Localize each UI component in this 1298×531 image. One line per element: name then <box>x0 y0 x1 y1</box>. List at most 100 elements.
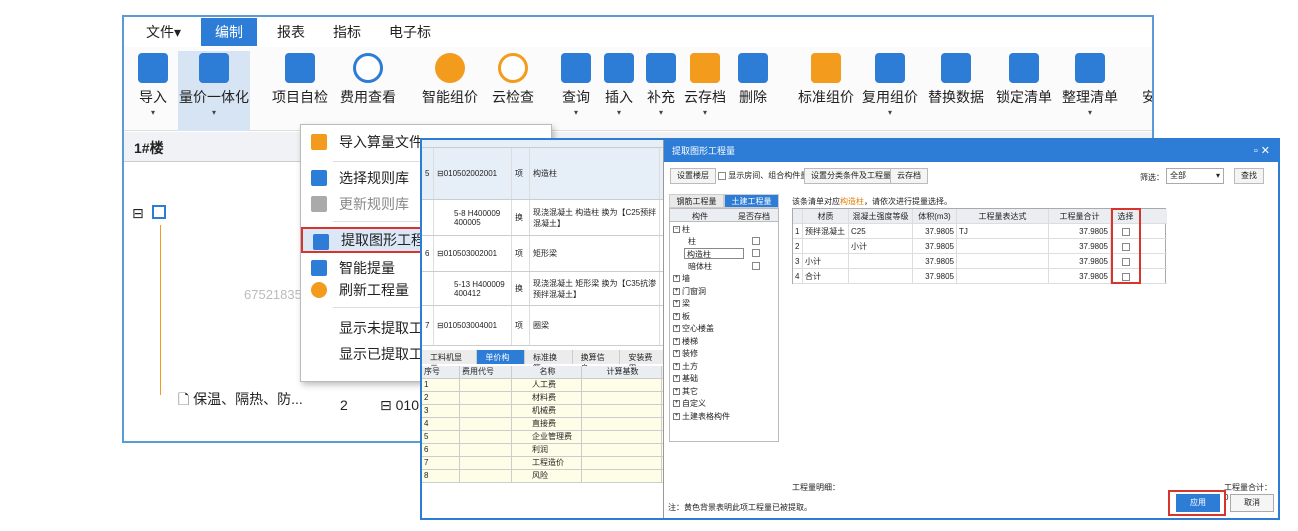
tree-root-toggle[interactable]: ⊟ <box>132 205 144 222</box>
update-rule-icon <box>311 196 327 212</box>
grid-row[interactable]: 7 工程造价 <box>422 457 668 470</box>
menu-bar: 文件▾ 编制 报表 指标 电子标 <box>124 17 1152 47</box>
tree-node[interactable]: + 其它 <box>670 386 778 397</box>
tree-node[interactable]: + 梁 <box>670 298 778 309</box>
tree-node[interactable]: + 土方 <box>670 361 778 372</box>
quantity-price-icon <box>199 53 229 83</box>
table-row[interactable]: 5-13 H400009 400412 换 现浇混凝土 矩形梁 换为【C35抗渗… <box>422 272 668 306</box>
grid-row[interactable]: 4 直接费 <box>422 418 668 431</box>
bottom-tabs: 工料机显示 单价构成 标准换算 换算信息 安装费用 <box>422 350 669 373</box>
tree-node[interactable]: + 门窗洞 <box>670 286 778 297</box>
smart-pricing-button[interactable]: 智能组价 <box>422 51 478 107</box>
table-row[interactable]: 7 ⊟ 010503004001 项 圈梁 <box>422 306 668 346</box>
apply-button[interactable]: 应用 <box>1176 494 1220 512</box>
insert-button[interactable]: 插入 ▾ <box>604 51 634 119</box>
standard-pricing-icon <box>811 53 841 83</box>
dialog-tabs: 钢筋工程量 土建工程量 <box>669 194 779 208</box>
fee-view-icon <box>353 53 383 83</box>
tree-leaf[interactable]: 🗋 保温、隔热、防... <box>178 389 303 413</box>
ribbon-toolbar: 导入 ▾ 量价一体化 ▾ 项目自检 费用查看 智能组价 云检查 查询 ▾ 插入 ▾ 补充… <box>124 47 1152 131</box>
tree-node[interactable]: 暗体柱 <box>670 261 778 272</box>
lock-list-icon <box>1009 53 1039 83</box>
delete-button[interactable]: 删除 <box>738 51 768 107</box>
search-button[interactable]: 查找 <box>1234 168 1264 184</box>
tab-standard-conv[interactable]: 标准换算 <box>525 350 573 373</box>
grid-header: 序号 费用代号 名称 计算基数 <box>422 366 668 379</box>
tab-civil[interactable]: 土建工程量 <box>724 194 779 208</box>
tree-node-selected[interactable]: 构造柱 <box>684 248 744 259</box>
dialog-title-bar: 提取图形工程量 ▫ ✕ <box>664 140 1278 162</box>
grid-row[interactable]: 3 机械费 <box>422 405 668 418</box>
quantity-price-button[interactable]: 量价一体化 ▾ <box>178 51 250 131</box>
tab-material[interactable]: 工料机显示 <box>422 350 478 373</box>
tree-node[interactable]: + 板 <box>670 311 778 322</box>
filter-select[interactable]: 全部 ▾ <box>1166 168 1224 184</box>
set-condition-button[interactable]: 设置分类条件及工程量 <box>804 168 898 184</box>
cancel-button[interactable]: 取消 <box>1230 494 1274 512</box>
set-floor-button[interactable]: 设置楼层 <box>670 168 716 184</box>
tree-node[interactable]: 柱 <box>670 236 778 247</box>
tab-rebar[interactable]: 钢筋工程量 <box>669 194 724 208</box>
tab-conv-info[interactable]: 换算信息 <box>573 350 621 373</box>
project-check-icon <box>285 53 315 83</box>
filter-label: 筛选： <box>1140 173 1164 182</box>
grid-row[interactable]: 1 人工费 <box>422 379 668 392</box>
close-icon[interactable]: ▫ ✕ <box>1254 140 1270 162</box>
tree-node[interactable]: + 墙 <box>670 273 778 284</box>
replace-data-button[interactable]: 替换数据 <box>928 51 984 107</box>
tree-node[interactable]: + 基础 <box>670 373 778 384</box>
tree-node-column[interactable]: − 柱 <box>670 224 778 235</box>
tree-node[interactable]: + 自定义 <box>670 398 778 409</box>
menu-file[interactable]: 文件▾ <box>132 18 195 46</box>
fee-view-button[interactable]: 费用查看 <box>340 51 396 107</box>
menu-report[interactable]: 报表 <box>263 18 319 46</box>
menu-index[interactable]: 指标 <box>319 18 375 46</box>
breadcrumb[interactable]: 1#楼 <box>134 138 164 158</box>
tab-unit-price[interactable]: 单价构成 <box>477 350 525 373</box>
insert-icon <box>604 53 634 83</box>
cloud-archive-icon <box>690 53 720 83</box>
import-icon <box>138 53 168 83</box>
tree-node[interactable]: + 空心楼盖 <box>670 323 778 334</box>
grid-row[interactable]: 2 材料费 <box>422 392 668 405</box>
table-row[interactable]: 5-8 H400009 400005 换 现浇混凝土 构造柱 换为【C25预拌混… <box>422 200 668 236</box>
list-table: 5 ⊟ 010502002001 项 构造柱 5-8 H400009 40000… <box>422 140 668 348</box>
menu-ebid[interactable]: 电子标 <box>375 18 445 46</box>
select-column-highlight <box>1111 208 1141 284</box>
extract-dialog: 提取图形工程量 ▫ ✕ 设置楼层 显示房间、组合构件量 设置分类条件及工程量 云存… <box>663 140 1278 518</box>
lock-list-button[interactable]: 锁定清单 <box>996 51 1052 107</box>
menu-edit[interactable]: 编制 <box>201 18 258 46</box>
table-row[interactable]: 6 ⊟ 010503002001 项 矩形梁 <box>422 236 668 272</box>
cloud-check-button[interactable]: 云检查 <box>492 51 534 107</box>
grid-row[interactable]: 5 企业管理费 <box>422 431 668 444</box>
import-button[interactable]: 导入 ▾ <box>138 51 168 119</box>
tree-node[interactable]: + 楼梯 <box>670 336 778 347</box>
folder-icon <box>152 205 166 219</box>
supplement-button[interactable]: 补充 ▾ <box>646 51 676 119</box>
cloud-archive-dlg-button[interactable]: 云存档 <box>890 168 928 184</box>
replace-data-icon <box>941 53 971 83</box>
smart-extract-icon <box>311 260 327 276</box>
cloud-check-icon <box>498 53 528 83</box>
reuse-pricing-button[interactable]: 复用组价 ▾ <box>862 51 918 119</box>
tab-install-fee[interactable]: 安装费用 <box>620 350 669 373</box>
standard-pricing-button[interactable]: 标准组价 <box>798 51 854 107</box>
query-button[interactable]: 查询 ▾ <box>561 51 591 119</box>
tree-node[interactable]: + 装修 <box>670 348 778 359</box>
project-check-button[interactable]: 项目自检 <box>272 51 328 107</box>
supplement-icon <box>646 53 676 83</box>
table-row[interactable]: 5 ⊟ 010502002001 项 构造柱 <box>422 148 668 200</box>
refresh-icon <box>311 282 327 298</box>
show-room-checkbox[interactable]: 显示房间、组合构件量 <box>718 170 808 181</box>
more-icon <box>1134 53 1152 83</box>
grid-row[interactable]: 6 利润 <box>422 444 668 457</box>
organize-list-button[interactable]: 整理清单 ▾ <box>1062 51 1118 119</box>
row-code[interactable]: ⊟ 010 <box>380 397 419 414</box>
row-number: 2 <box>340 397 348 413</box>
cloud-archive-button[interactable]: 云存档 ▾ <box>684 51 726 119</box>
grid-row[interactable]: 8 风险 <box>422 470 668 483</box>
more-button[interactable]: 安 <box>1134 51 1152 107</box>
tree-node[interactable]: + 土建表格构件 <box>670 411 778 422</box>
delete-icon <box>738 53 768 83</box>
organize-list-icon <box>1075 53 1105 83</box>
